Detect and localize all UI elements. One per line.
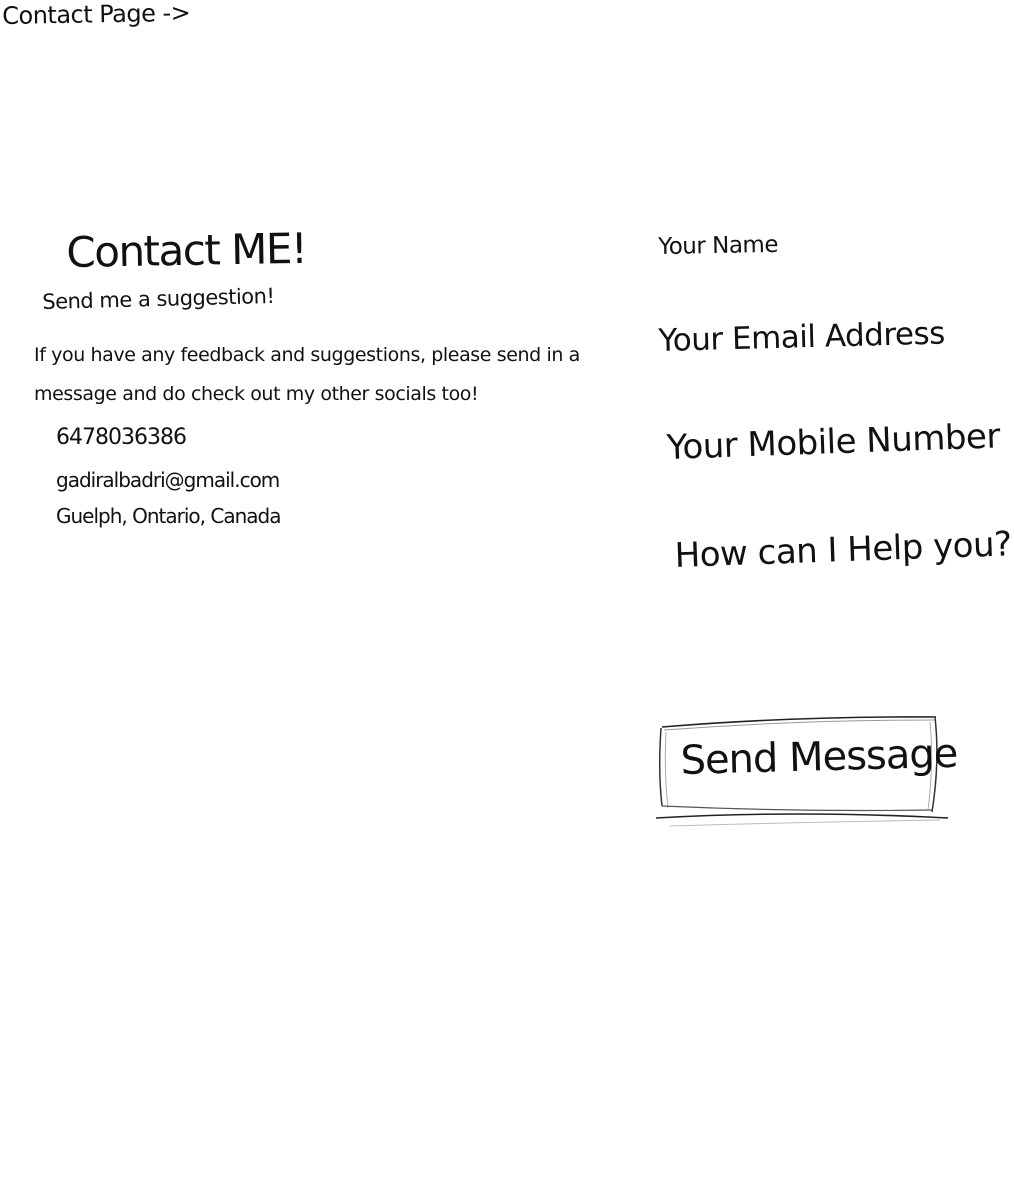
send-message-label: Send Message — [680, 730, 958, 784]
email-field[interactable]: Your Email Address — [658, 316, 945, 359]
contact-intro-text: If you have any feedback and suggestions… — [34, 344, 580, 405]
mobile-number-field[interactable]: Your Mobile Number — [666, 416, 1001, 468]
contact-email: gadiralbadri@gmail.com — [56, 468, 280, 492]
message-field[interactable]: How can I Help you? — [674, 524, 1012, 576]
contact-location: Guelph, Ontario, Canada — [56, 504, 281, 528]
name-field[interactable]: Your Name — [658, 232, 778, 260]
contact-subtitle: Send me a suggestion! — [42, 283, 275, 314]
contact-title: Contact ME! — [66, 223, 307, 277]
send-message-button[interactable]: Send Message — [656, 712, 958, 832]
page-label: Contact Page -> — [2, 0, 191, 30]
contact-phone: 6478036386 — [56, 425, 187, 450]
